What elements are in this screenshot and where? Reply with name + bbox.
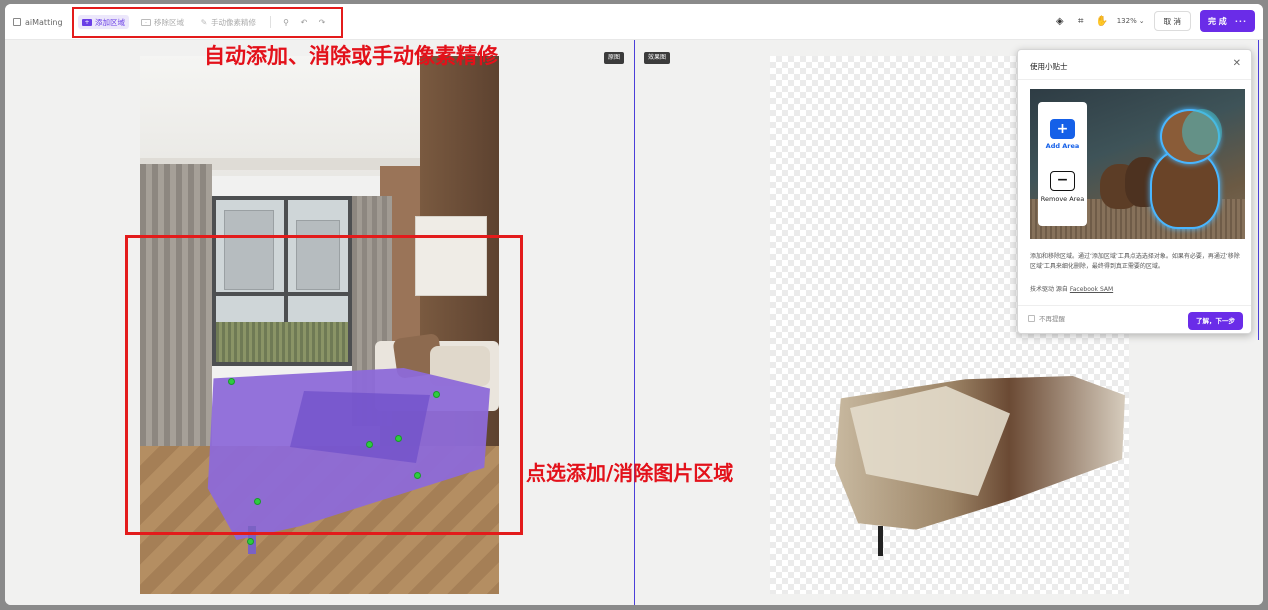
brush-icon: ✎: [200, 17, 208, 27]
paint-bucket-icon[interactable]: ◈: [1054, 16, 1066, 27]
magic-wand-icon[interactable]: ⚲: [281, 18, 291, 27]
close-icon[interactable]: ✕: [1233, 58, 1241, 69]
tip-illustration: + Add Area − Remove Area: [1030, 89, 1245, 239]
toolbar-divider: [270, 16, 271, 28]
minus-icon: −: [1050, 171, 1075, 191]
minus-icon: -: [141, 18, 151, 26]
tip-add-area-label: Add Area: [1045, 142, 1080, 150]
remove-area-button[interactable]: - 移除区域: [137, 15, 188, 29]
zoom-select[interactable]: 132% ⌄: [1117, 17, 1145, 25]
add-area-label: 添加区域: [95, 17, 125, 27]
annotation-box-bed: [125, 235, 523, 535]
checkbox-icon[interactable]: [1028, 314, 1035, 322]
cancel-button[interactable]: 取 消: [1153, 11, 1191, 31]
done-button[interactable]: 完 成 ···: [1200, 10, 1255, 32]
remove-area-label: 移除区域: [154, 17, 184, 27]
zoom-value: 132%: [1116, 17, 1137, 25]
tip-tool-card: + Add Area − Remove Area: [1038, 102, 1087, 226]
chevron-down-icon: ⌄: [1138, 17, 1145, 25]
popup-tech-credit: 技术驱动 源自 Facebook SAM: [1030, 284, 1113, 293]
popup-title: 使用小贴士: [1030, 62, 1068, 71]
bear-head-selection: [1182, 109, 1222, 155]
annotation-top-caption: 自动添加、消除或手动像素精修: [204, 44, 498, 68]
plus-icon: +: [1050, 119, 1075, 139]
dont-remind-checkbox[interactable]: 不再提醒: [1028, 313, 1065, 323]
tech-link[interactable]: Facebook SAM: [1070, 286, 1113, 293]
popup-divider: [1018, 79, 1251, 80]
app-window: aiMatting + 添加区域 - 移除区域 ✎ 手动像素精修 ⚲ ↶ ↷ ◈…: [5, 4, 1263, 605]
next-button[interactable]: 了解，下一步: [1188, 312, 1243, 330]
canvas-edge-line: [1258, 40, 1259, 340]
add-area-button[interactable]: + 添加区域: [78, 15, 129, 29]
right-toolbar: ◈ ⌗ ✋ 132% ⌄ 取 消 完 成 ···: [1054, 10, 1255, 32]
selection-tools: + 添加区域 - 移除区域 ✎ 手动像素精修 ⚲ ↶ ↷: [78, 11, 327, 33]
more-options-icon[interactable]: ···: [1235, 17, 1247, 26]
crop-icon[interactable]: ⌗: [1075, 16, 1087, 27]
popup-divider: [1018, 305, 1251, 306]
done-label: 完 成: [1208, 16, 1227, 26]
plus-icon: +: [82, 18, 92, 26]
brand-label: aiMatting: [25, 17, 63, 27]
undo-icon[interactable]: ↶: [299, 18, 309, 27]
dont-remind-label: 不再提醒: [1039, 315, 1065, 323]
manual-refine-label: 手动像素精修: [211, 17, 256, 27]
redo-icon[interactable]: ↷: [317, 18, 327, 27]
top-toolbar: aiMatting + 添加区域 - 移除区域 ✎ 手动像素精修 ⚲ ↶ ↷ ◈…: [5, 4, 1263, 40]
tips-popup: 使用小贴士 ✕ + Add Area − Remove Area 添加和移除区域…: [1017, 49, 1252, 334]
tech-label: 技术驱动 源自: [1030, 286, 1068, 293]
logo-icon: [13, 18, 21, 26]
original-tag: 原图: [604, 52, 625, 64]
selection-point[interactable]: [247, 538, 254, 545]
result-tag: 效果图: [644, 52, 671, 64]
brand: aiMatting: [13, 15, 63, 29]
tip-remove-area-label: Remove Area: [1040, 195, 1085, 203]
cutout-bed-leg: [878, 526, 883, 556]
hand-icon[interactable]: ✋: [1096, 16, 1108, 27]
popup-description: 添加和移除区域。通过‘添加区域’工具点选选择对象。如果有必要，再通过‘移除区域’…: [1030, 253, 1240, 270]
annotation-mid-caption: 点选添加/消除图片区域: [526, 461, 734, 485]
manual-refine-button[interactable]: ✎ 手动像素精修: [196, 15, 260, 29]
